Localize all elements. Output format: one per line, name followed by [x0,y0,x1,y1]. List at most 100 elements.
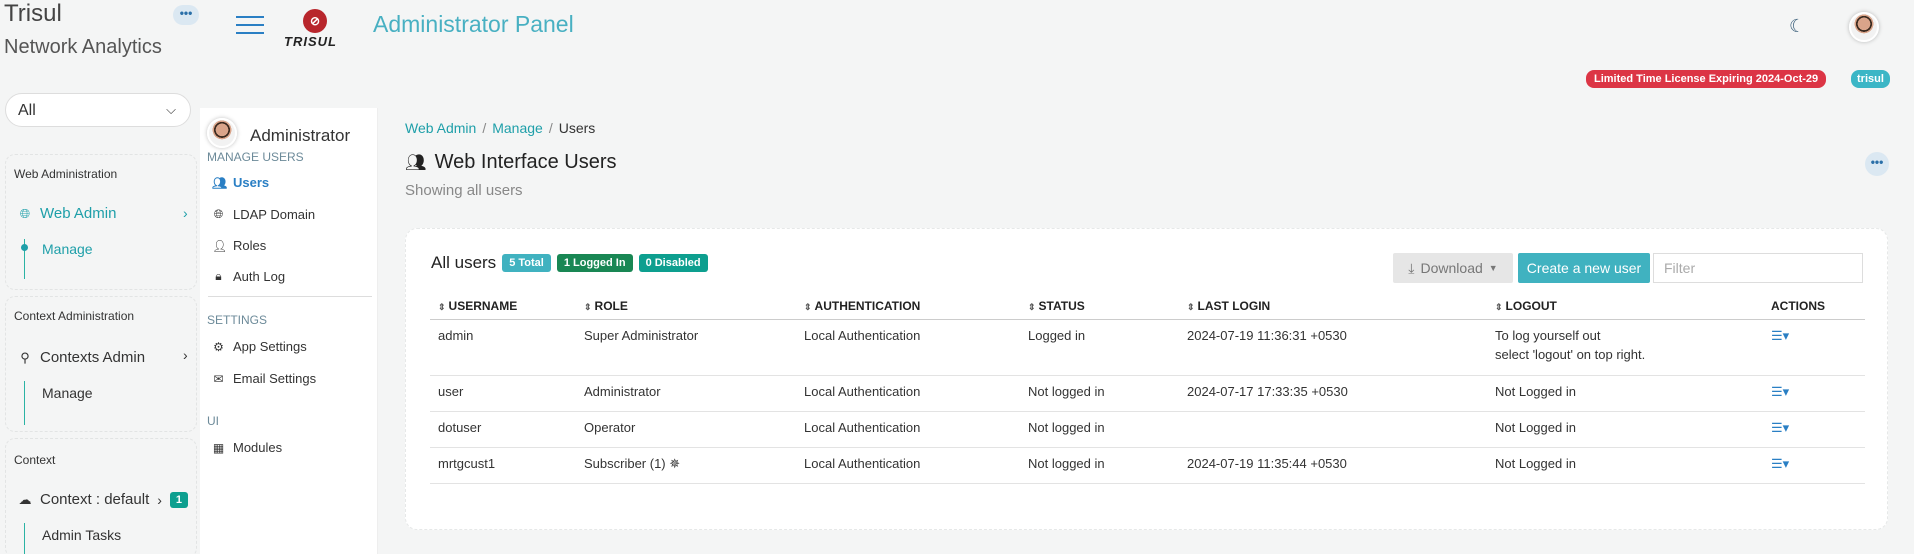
nav-roles[interactable]: 👤︎ Roles [212,238,266,253]
nav-label: LDAP Domain [233,207,316,222]
cell-username: mrtgcust1 [430,447,576,484]
logo-text: TRISUL [284,34,337,49]
nav-ldap-domain[interactable]: 🌐︎ LDAP Domain [212,207,315,222]
group-title: Web Administration [14,167,118,181]
users-table: ⇕ USERNAME ⇕ ROLE ⇕ AUTHENTICATION ⇕ STATUS … [430,299,1865,484]
cell-role: Super Administrator [576,319,796,376]
chevron-right-icon: › [183,205,188,221]
users-icon: 👥︎ [405,152,427,172]
disabled-badge: 0 Disabled [638,254,708,272]
page-subtitle: Showing all users [405,182,523,199]
breadcrumb-web-admin[interactable]: Web Admin [405,120,476,136]
grid-icon: ▦ [212,440,225,455]
col-last-login[interactable]: ⇕ LAST LOGIN [1179,299,1487,320]
brand-subtitle: Network Analytics [4,36,162,58]
nav-modules[interactable]: ▦ Modules [212,440,282,455]
logged-in-badge: 1 Logged In [556,254,633,272]
lock-icon: 🔒︎ [215,269,222,283]
caret-down-icon: ▼ [1488,263,1498,273]
trisul-logo-icon: ⊘ [303,9,327,33]
row-actions-menu-icon[interactable]: ☰▾ [1771,456,1789,471]
col-actions: ACTIONS [1763,299,1865,320]
card-title-text: All users [431,253,497,272]
tree-line [24,523,25,554]
nav-email-settings[interactable]: ✉ Email Settings [212,371,316,386]
nav-auth-log[interactable]: 🔒︎ Auth Log [212,269,285,284]
card-title: All users 5 Total 1 Logged In 0 Disabled [431,253,708,273]
chevron-right-icon: › [157,491,162,508]
nav-app-settings[interactable]: ⚙ App Settings [212,339,307,354]
section-manage-users: MANAGE USERS [207,150,304,164]
cell-last-login: 2024-07-19 11:36:31 +0530 [1179,319,1487,376]
row-actions-menu-icon[interactable]: ☰▾ [1771,328,1789,343]
context-count-badge: 1 [169,491,189,508]
cell-auth: Local Authentication [796,319,1020,376]
col-status[interactable]: ⇕ STATUS [1020,299,1179,320]
cell-actions: ☰▾ [1763,319,1865,376]
tree-line [24,381,25,425]
nav-label: Auth Log [233,269,286,284]
sidebar-subitem-manage[interactable]: Manage [42,385,93,401]
context-select[interactable]: All ⌵ [5,93,191,127]
nav-label: Users [233,175,270,190]
filter-input[interactable] [1653,253,1863,283]
row-actions-menu-icon[interactable]: ☰▾ [1771,384,1789,399]
cell-auth: Local Authentication [796,411,1020,448]
cell-status: Not logged in [1020,375,1179,412]
brand-title: Trisul [4,0,62,27]
user-icon: 👤︎ [212,238,228,253]
col-logout[interactable]: ⇕ LOGOUT [1487,299,1763,320]
cell-status: Not logged in [1020,411,1179,448]
cell-status: Not logged in [1020,447,1179,484]
download-button[interactable]: ⤓ Download ▼ [1393,253,1513,283]
cell-last-login: 2024-07-17 17:33:35 +0530 [1179,375,1487,412]
sidebar-item-context-default[interactable]: ☁ Context : default › 1 [18,491,189,508]
sidebar-item-web-admin[interactable]: 🌐︎ Web Admin [18,205,117,222]
group-web-administration: Web Administration 🌐︎ Web Admin › Manage [5,154,197,290]
cell-last-login [1179,411,1487,448]
rebel-icon: ✵ [669,455,681,471]
hamburger-menu-icon[interactable] [236,16,264,40]
col-username[interactable]: ⇕ USERNAME [430,299,576,320]
cell-actions: ☰▾ [1763,447,1865,484]
globe-icon: 🌐︎ [213,207,224,221]
table-row: user Administrator Local Authentication … [430,375,1865,412]
create-user-button[interactable]: Create a new user [1518,253,1650,283]
cell-role: Operator [576,411,796,448]
sidebar-item-contexts-admin[interactable]: ⚲ Contexts Admin [18,349,145,366]
sidebar-subitem-manage[interactable]: Manage [42,241,93,257]
cell-status: Logged in [1020,319,1179,376]
nav-users[interactable]: 👥︎ Users [212,175,269,190]
group-context: Context ☁ Context : default › 1 Admin Ta… [5,438,197,554]
nav-label: Modules [233,440,283,455]
page-more-button[interactable]: ••• [1865,152,1889,176]
sidebar-item-label: Web Admin [40,205,117,222]
cell-role: Administrator [576,375,796,412]
sidebar-more-button[interactable]: ••• [173,5,199,25]
theme-toggle-moon-icon[interactable]: ☾ [1789,16,1805,37]
profile-name: Administrator [250,126,351,145]
col-role[interactable]: ⇕ ROLE [576,299,796,320]
page-title-text: Web Interface Users [434,151,617,173]
breadcrumb-manage[interactable]: Manage [492,120,543,136]
col-authentication[interactable]: ⇕ AUTHENTICATION [796,299,1020,320]
cell-actions: ☰▾ [1763,411,1865,448]
profile-avatar [207,118,237,148]
cell-role: Subscriber (1) ✵ [576,447,796,484]
license-badge: Limited Time License Expiring 2024-Oct-2… [1586,70,1827,88]
globe-icon: 🌐︎ [19,205,31,221]
row-actions-menu-icon[interactable]: ☰▾ [1771,420,1789,435]
table-header-row: ⇕ USERNAME ⇕ ROLE ⇕ AUTHENTICATION ⇕ STATUS … [430,299,1865,320]
sidebar-subitem-admin-tasks[interactable]: Admin Tasks [42,527,121,543]
cell-last-login: 2024-07-19 11:35:44 +0530 [1179,447,1487,484]
section-settings: SETTINGS [207,313,268,327]
breadcrumb: Web Admin / Manage / Users [405,120,596,136]
total-badge: 5 Total [502,254,551,272]
user-badge: trisul [1851,70,1890,88]
table-row: dotuser Operator Local Authentication No… [430,411,1865,448]
cell-actions: ☰▾ [1763,375,1865,412]
chevron-down-icon: ⌵ [166,102,176,117]
user-avatar[interactable] [1849,12,1879,42]
pin-icon: ⚲ [20,349,30,365]
page-title: 👥︎ Web Interface Users [405,151,617,174]
